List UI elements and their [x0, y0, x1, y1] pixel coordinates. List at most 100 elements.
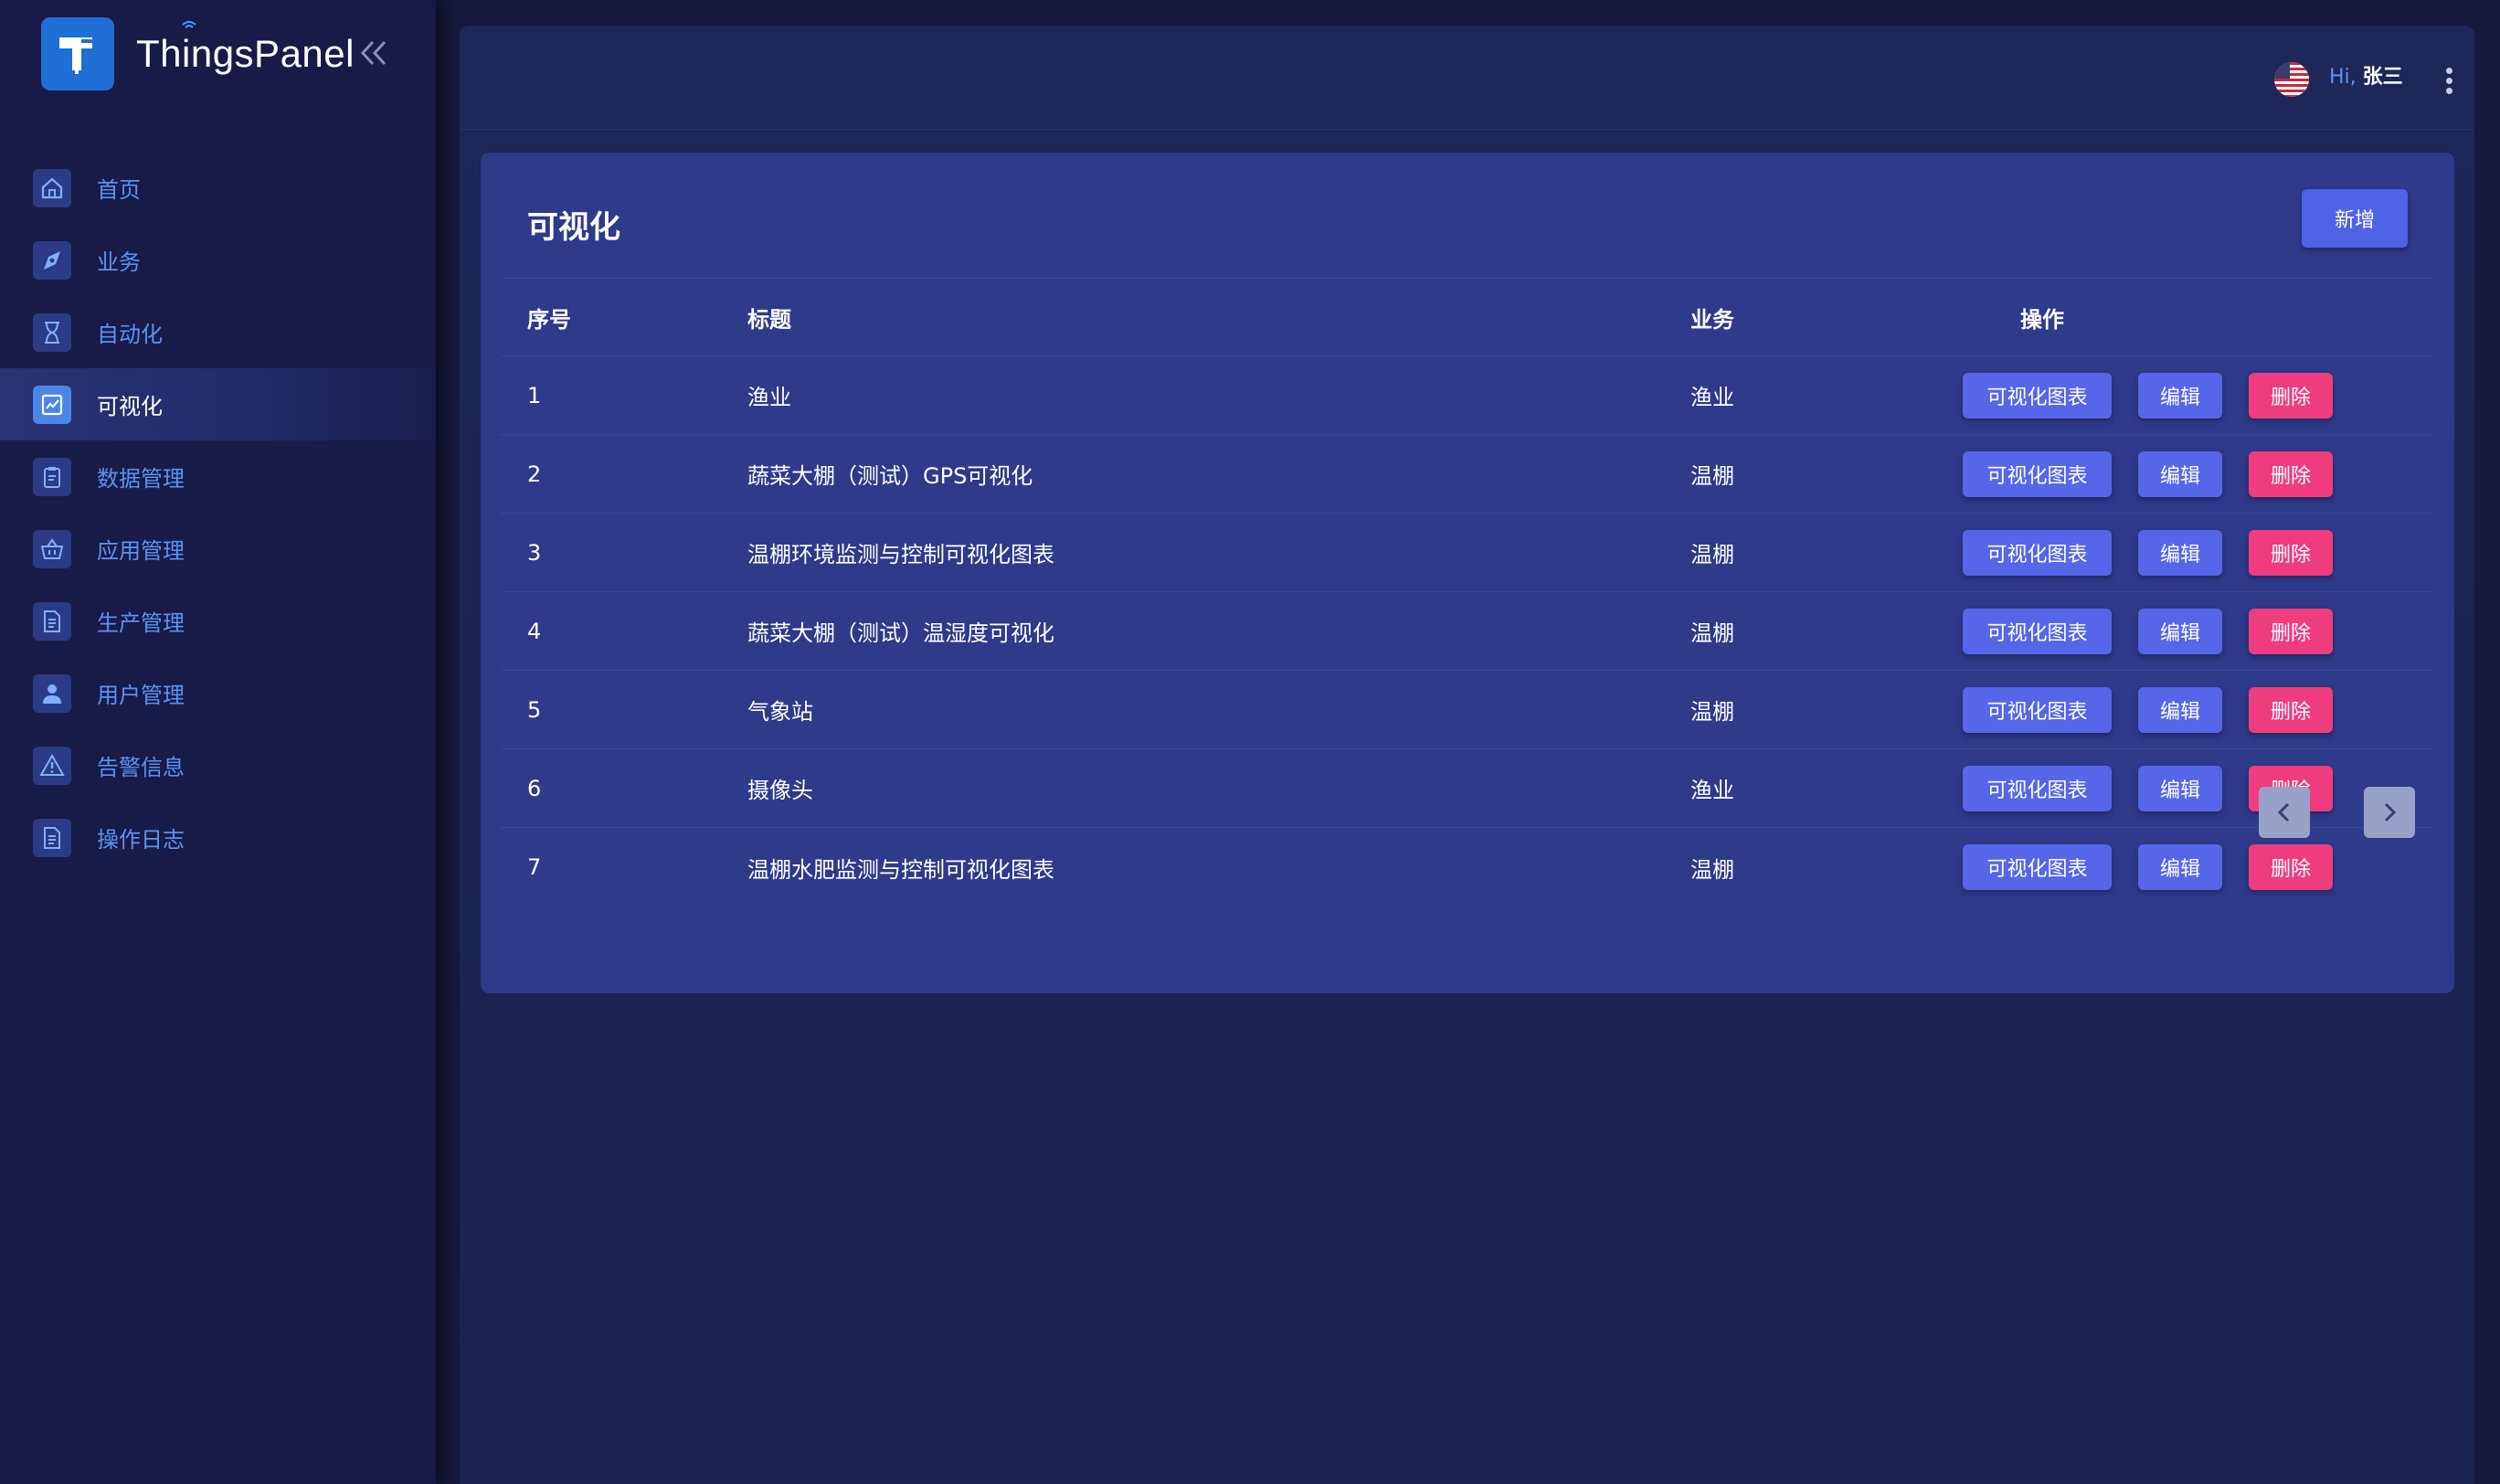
visualization-card: 可视化 新增 序号 标题 业务 操作 1 渔业 渔业 可视化图表 编辑 删除 2: [481, 153, 2454, 993]
row-title: 渔业: [747, 385, 791, 410]
top-header: Hi, 张三: [460, 26, 2474, 130]
row-business: 温棚: [1690, 542, 1734, 567]
delete-button[interactable]: 删除: [2249, 529, 2333, 576]
document-icon: [33, 601, 71, 641]
basket-icon: [33, 529, 71, 568]
warning-icon: [33, 746, 71, 785]
visualization-chart-button[interactable]: 可视化图表: [1963, 844, 2112, 890]
thingspanel-logo-icon: [41, 17, 114, 90]
visualization-chart-button[interactable]: 可视化图表: [1963, 686, 2112, 733]
brand-name: ThingsPanel: [136, 21, 355, 76]
row-actions: 可视化图表 编辑 删除: [1935, 608, 2434, 654]
next-page-button[interactable]: [2364, 787, 2415, 838]
edit-button[interactable]: 编辑: [2138, 529, 2222, 576]
delete-button[interactable]: 删除: [2249, 372, 2333, 419]
home-icon: [33, 168, 71, 207]
sidebar-item-label: 生产管理: [97, 610, 185, 636]
sidebar-item-app-management[interactable]: 应用管理: [0, 513, 436, 585]
user-greeting[interactable]: Hi, 张三: [2329, 64, 2403, 91]
row-title: 温棚水肥监测与控制可视化图表: [747, 856, 1054, 883]
visualization-table: 序号 标题 业务 操作 1 渔业 渔业 可视化图表 编辑 删除 2 蔬菜大棚（测…: [501, 278, 2434, 906]
wifi-icon: [182, 21, 196, 28]
sidebar-item-label: 自动化: [97, 322, 163, 347]
double-chevron-left-icon: [360, 40, 387, 66]
collapse-sidebar-button[interactable]: [358, 35, 389, 71]
row-business: 温棚: [1690, 856, 1734, 883]
more-options-icon[interactable]: [2439, 62, 2459, 99]
row-number: 6: [527, 775, 542, 801]
visualization-chart-button[interactable]: 可视化图表: [1963, 529, 2112, 576]
sidebar-item-label: 告警信息: [97, 755, 185, 780]
edit-button[interactable]: 编辑: [2138, 765, 2222, 811]
sidebar-item-label: 业务: [97, 249, 141, 275]
sidebar-item-label: 操作日志: [97, 827, 185, 853]
row-business: 温棚: [1690, 620, 1734, 646]
chevron-left-icon: [2277, 802, 2290, 822]
visualization-chart-button[interactable]: 可视化图表: [1963, 372, 2112, 419]
sidebar-item-alarm-info[interactable]: 告警信息: [0, 729, 436, 801]
row-business: 渔业: [1690, 385, 1734, 410]
table-row: 3 温棚环境监测与控制可视化图表 温棚 可视化图表 编辑 删除: [501, 514, 2434, 592]
column-header-number: 序号: [527, 306, 571, 333]
sidebar-item-label: 应用管理: [97, 538, 185, 564]
table-row: 6 摄像头 渔业 可视化图表 编辑 删除: [501, 749, 2434, 828]
page-title: 可视化: [527, 209, 620, 246]
sidebar-item-label: 首页: [97, 177, 141, 203]
row-actions: 可视化图表 编辑 删除: [1935, 686, 2434, 733]
sidebar-item-automation[interactable]: 自动化: [0, 296, 436, 368]
table-header: 序号 标题 业务 操作: [501, 278, 2434, 356]
row-number: 3: [527, 539, 542, 566]
sidebar-item-label: 可视化: [97, 394, 163, 419]
row-actions: 可视化图表 编辑 删除: [1935, 372, 2434, 419]
delete-button[interactable]: 删除: [2249, 844, 2333, 890]
column-header-business: 业务: [1690, 306, 1734, 333]
delete-button[interactable]: 删除: [2249, 608, 2333, 654]
column-header-title: 标题: [747, 306, 791, 333]
edit-button[interactable]: 编辑: [2138, 450, 2222, 497]
row-number: 1: [527, 382, 542, 408]
us-flag-icon[interactable]: [2274, 62, 2309, 97]
sidebar-item-business[interactable]: 业务: [0, 224, 436, 296]
sidebar-item-operation-log[interactable]: 操作日志: [0, 801, 436, 874]
add-button[interactable]: 新增: [2302, 189, 2408, 248]
clipboard-icon: [33, 457, 71, 496]
row-actions: 可视化图表 编辑 删除: [1935, 844, 2434, 890]
hourglass-icon: [33, 313, 71, 352]
edit-button[interactable]: 编辑: [2138, 372, 2222, 419]
edit-button[interactable]: 编辑: [2138, 844, 2222, 890]
visualization-chart-button[interactable]: 可视化图表: [1963, 608, 2112, 654]
row-title: 蔬菜大棚（测试）温湿度可视化: [747, 620, 1054, 646]
main-content: Hi, 张三 可视化 新增 序号 标题 业务 操作 1 渔业 渔业 可视化图表 …: [460, 26, 2474, 1484]
edit-button[interactable]: 编辑: [2138, 608, 2222, 654]
delete-button[interactable]: 删除: [2249, 450, 2333, 497]
row-title: 温棚环境监测与控制可视化图表: [747, 542, 1054, 567]
column-header-actions: 操作: [2020, 306, 2064, 333]
row-number: 7: [527, 854, 542, 880]
delete-button[interactable]: 删除: [2249, 686, 2333, 733]
row-actions: 可视化图表 编辑 删除: [1935, 765, 2434, 811]
compass-icon: [33, 240, 71, 280]
row-title: 蔬菜大棚（测试）GPS可视化: [747, 463, 1033, 489]
row-business: 温棚: [1690, 463, 1734, 489]
row-number: 2: [527, 461, 542, 487]
log-document-icon: [33, 818, 71, 857]
brand: ThingsPanel: [41, 17, 355, 90]
sidebar-item-data-management[interactable]: 数据管理: [0, 440, 436, 513]
previous-page-button[interactable]: [2259, 787, 2310, 838]
row-number: 4: [527, 618, 542, 644]
sidebar-item-production-management[interactable]: 生产管理: [0, 585, 436, 657]
row-number: 5: [527, 696, 542, 723]
row-title: 摄像头: [747, 778, 813, 803]
sidebar-menu: 首页 业务 自动化 可视化 数据管理 应用管理 生产管理 用户管理 告警信息 操…: [0, 152, 436, 874]
sidebar-item-home[interactable]: 首页: [0, 152, 436, 224]
sidebar-item-label: 数据管理: [97, 466, 185, 492]
user-icon: [33, 673, 71, 713]
visualization-chart-button[interactable]: 可视化图表: [1963, 765, 2112, 811]
edit-button[interactable]: 编辑: [2138, 686, 2222, 733]
table-row: 5 气象站 温棚 可视化图表 编辑 删除: [501, 671, 2434, 749]
table-row: 7 温棚水肥监测与控制可视化图表 温棚 可视化图表 编辑 删除: [501, 828, 2434, 906]
sidebar-item-user-management[interactable]: 用户管理: [0, 657, 436, 729]
visualization-chart-button[interactable]: 可视化图表: [1963, 450, 2112, 497]
sidebar-item-visualization[interactable]: 可视化: [0, 368, 436, 440]
row-business: 渔业: [1690, 778, 1734, 803]
